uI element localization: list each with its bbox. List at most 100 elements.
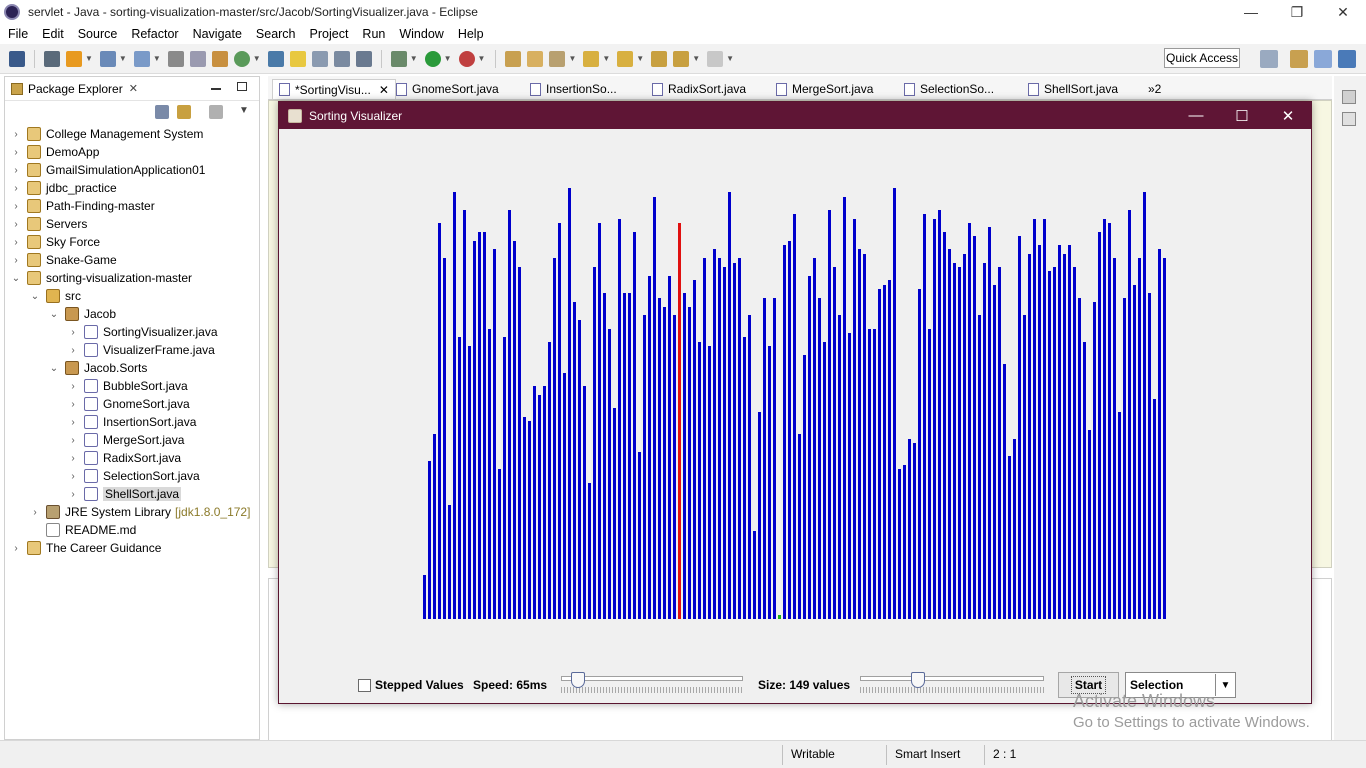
refresh-icon[interactable] [233, 50, 250, 67]
chevron-down-icon[interactable]: ⌄ [49, 309, 59, 320]
tab-radix-sort[interactable]: RadixSort.java [652, 79, 746, 99]
menu-run[interactable]: Run [362, 27, 385, 41]
tree-item[interactable]: › SelectionSort.java [68, 467, 200, 485]
new-java-project-icon[interactable] [99, 50, 116, 67]
tab-shell-sort[interactable]: ShellSort.java [1028, 79, 1118, 99]
tree-item[interactable]: › InsertionSort.java [68, 413, 196, 431]
chevron-right-icon[interactable]: › [68, 435, 78, 446]
menu-navigate[interactable]: Navigate [193, 27, 242, 41]
task-list-icon[interactable] [1342, 112, 1356, 126]
open-file-icon[interactable] [527, 50, 544, 67]
external-tools-icon[interactable] [458, 50, 475, 67]
tree-item[interactable]: › MergeSort.java [68, 431, 184, 449]
tree-item[interactable]: › Snake-Game [11, 251, 117, 269]
tab-merge-sort[interactable]: MergeSort.java [776, 79, 873, 99]
chevron-right-icon[interactable]: › [11, 255, 21, 266]
tree-item[interactable]: › College Management System [11, 125, 203, 143]
save-icon[interactable] [167, 50, 184, 67]
close-view-icon[interactable]: ✕ [129, 82, 138, 95]
link-icon[interactable] [267, 50, 284, 67]
chevron-down-icon[interactable]: ⌄ [30, 291, 40, 302]
menu-refactor[interactable]: Refactor [131, 27, 178, 41]
tree-item[interactable]: › jdbc_practice [11, 179, 117, 197]
pin-icon[interactable] [44, 50, 60, 67]
chevron-right-icon[interactable]: › [68, 345, 78, 356]
open-perspective-icon[interactable] [1260, 50, 1278, 68]
package-explorer-title[interactable]: Package Explorer [28, 82, 123, 96]
edit-icon[interactable] [549, 50, 566, 67]
menu-project[interactable]: Project [310, 27, 349, 41]
quick-access-field[interactable]: Quick Access [1164, 48, 1240, 68]
chevron-right-icon[interactable]: › [30, 507, 40, 518]
tab-selection-sort[interactable]: SelectionSo... [904, 79, 994, 99]
chevron-right-icon[interactable]: › [11, 183, 21, 194]
chevron-right-icon[interactable]: › [11, 201, 21, 212]
visualizer-maximize-button[interactable]: ☐ [1219, 102, 1265, 129]
tree-item[interactable]: › ShellSort.java [68, 485, 182, 503]
tree-item[interactable]: ⌄ Jacob [49, 305, 116, 323]
size-slider-thumb[interactable] [911, 672, 925, 688]
tree-item[interactable]: › RadixSort.java [68, 449, 181, 467]
menu-search[interactable]: Search [256, 27, 296, 41]
tree-item[interactable]: ⌄ src [30, 287, 81, 305]
close-button[interactable]: ✕ [1320, 0, 1366, 24]
tab-gnome-sort[interactable]: GnomeSort.java [396, 79, 499, 99]
tree-item[interactable]: › Path-Finding-master [11, 197, 155, 215]
tree-item[interactable]: README.md [30, 521, 136, 539]
minimize-view-icon[interactable] [211, 88, 221, 90]
tree-item[interactable]: ⌄ Jacob.Sorts [49, 359, 147, 377]
tree-item[interactable]: › DemoApp [11, 143, 99, 161]
chevron-right-icon[interactable]: › [68, 453, 78, 464]
next-annotation-icon[interactable] [583, 50, 600, 67]
close-tab-icon[interactable]: ✕ [379, 83, 389, 97]
menu-edit[interactable]: Edit [42, 27, 64, 41]
chevron-right-icon[interactable]: › [68, 399, 78, 410]
highlight-icon[interactable] [289, 50, 306, 67]
java-perspective-icon[interactable] [1314, 50, 1332, 68]
chevron-right-icon[interactable]: › [11, 219, 21, 230]
tree-item[interactable]: › SortingVisualizer.java [68, 323, 218, 341]
tree-item[interactable]: › Servers [11, 215, 87, 233]
prev-annotation-icon[interactable] [617, 50, 634, 67]
tab-overflow-indicator[interactable]: »2 [1148, 79, 1161, 99]
new-class-icon[interactable] [133, 50, 150, 67]
toggle-icon[interactable] [311, 50, 328, 67]
tree-item[interactable]: › VisualizerFrame.java [68, 341, 215, 359]
focus-icon[interactable] [209, 105, 223, 119]
chevron-right-icon[interactable]: › [68, 327, 78, 338]
chevron-right-icon[interactable]: › [11, 129, 21, 140]
view-menu-icon[interactable]: ▼ [239, 105, 253, 119]
chevron-right-icon[interactable]: › [68, 489, 78, 500]
java-ee-perspective-icon[interactable] [1290, 50, 1308, 68]
debug-perspective-icon[interactable] [1338, 50, 1356, 68]
maximize-view-icon[interactable] [237, 82, 247, 91]
debug-icon[interactable] [390, 50, 407, 67]
menu-window[interactable]: Window [399, 27, 443, 41]
collapse-all-icon[interactable] [155, 105, 169, 119]
tree-item[interactable]: › GnomeSort.java [68, 395, 190, 413]
new-window-icon[interactable] [9, 50, 25, 67]
outline-icon[interactable] [1342, 90, 1356, 104]
minimize-button[interactable]: — [1228, 0, 1274, 24]
chevron-right-icon[interactable]: › [68, 417, 78, 428]
menu-source[interactable]: Source [78, 27, 118, 41]
tab-sorting-visualizer[interactable]: *SortingVisu... ✕ [272, 79, 396, 99]
chevron-right-icon[interactable]: › [68, 471, 78, 482]
paragraph-icon[interactable] [355, 50, 372, 67]
chevron-right-icon[interactable]: › [11, 237, 21, 248]
chevron-right-icon[interactable]: › [11, 165, 21, 176]
tree-item[interactable]: › JRE System Library [jdk1.8.0_172] [30, 503, 250, 521]
block-icon[interactable] [333, 50, 350, 67]
open-folder-icon[interactable] [505, 50, 522, 67]
save-all-icon[interactable] [189, 50, 206, 67]
chevron-down-icon[interactable]: ⌄ [49, 363, 59, 374]
forward-icon[interactable] [707, 50, 724, 67]
run-icon[interactable] [424, 50, 441, 67]
chevron-down-icon[interactable]: ⌄ [11, 273, 21, 284]
visualizer-minimize-button[interactable]: — [1173, 102, 1219, 129]
restore-button[interactable]: ❐ [1274, 0, 1320, 24]
tree-item[interactable]: › Sky Force [11, 233, 100, 251]
tree-item[interactable]: › GmailSimulationApplication01 [11, 161, 205, 179]
stepped-values-checkbox[interactable] [358, 679, 371, 692]
open-type-icon[interactable] [211, 50, 228, 67]
